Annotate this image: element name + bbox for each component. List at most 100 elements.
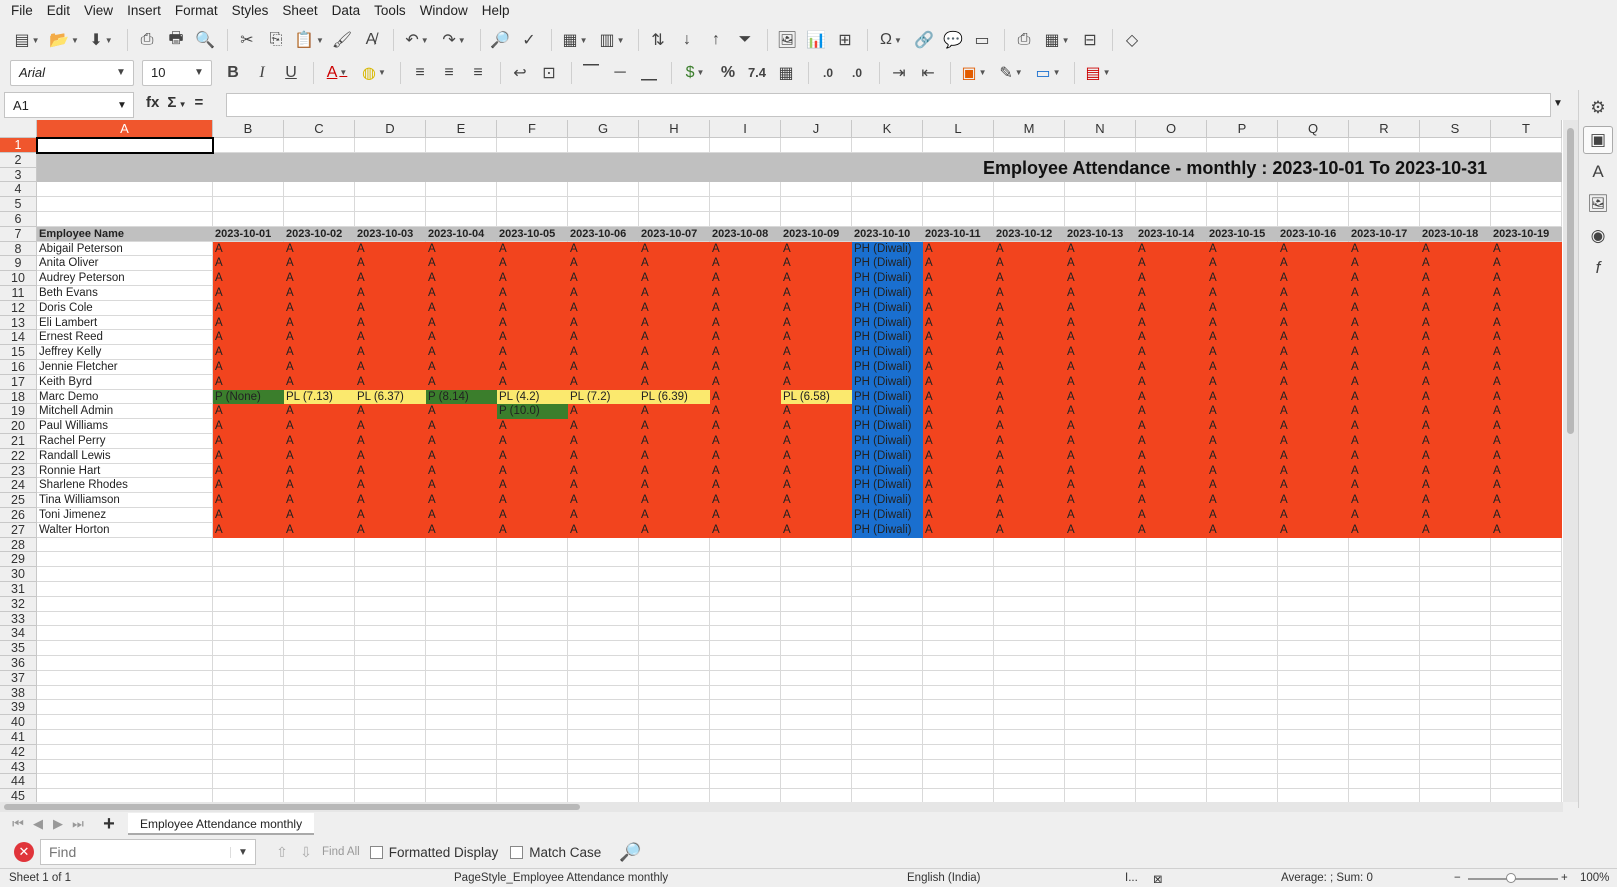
cell[interactable] bbox=[1136, 197, 1207, 212]
cell[interactable] bbox=[284, 197, 355, 212]
align-bottom-icon[interactable]: ⎽ bbox=[636, 60, 662, 86]
cell[interactable] bbox=[1207, 552, 1278, 568]
attendance-cell[interactable]: A bbox=[639, 300, 710, 316]
cell[interactable] bbox=[1207, 670, 1278, 686]
attendance-cell[interactable]: A bbox=[213, 241, 284, 257]
attendance-cell[interactable]: A bbox=[1491, 271, 1562, 286]
zoom-out-icon[interactable]: − bbox=[1454, 872, 1461, 884]
cell[interactable] bbox=[639, 182, 710, 198]
cell[interactable] bbox=[426, 567, 497, 582]
employee-name[interactable]: Eli Lambert bbox=[37, 315, 213, 331]
cell[interactable] bbox=[710, 212, 781, 227]
attendance-cell[interactable]: PH (Diwali) bbox=[852, 315, 923, 331]
attendance-cell[interactable]: A bbox=[213, 508, 284, 523]
attendance-cell[interactable]: A bbox=[1420, 315, 1491, 331]
cell[interactable] bbox=[1136, 656, 1207, 671]
cell[interactable] bbox=[37, 715, 213, 730]
cell[interactable] bbox=[710, 715, 781, 730]
cell[interactable] bbox=[213, 685, 284, 701]
cell[interactable] bbox=[37, 552, 213, 568]
cell[interactable] bbox=[1065, 774, 1136, 790]
cell[interactable] bbox=[213, 759, 284, 775]
attendance-cell[interactable]: A bbox=[568, 434, 639, 449]
cell[interactable] bbox=[994, 138, 1065, 153]
cell[interactable] bbox=[639, 715, 710, 730]
cell[interactable] bbox=[994, 700, 1065, 716]
cell[interactable] bbox=[1420, 596, 1491, 612]
attendance-cell[interactable]: A bbox=[1349, 404, 1420, 420]
employee-name[interactable]: Walter Horton bbox=[37, 522, 213, 538]
cell[interactable] bbox=[639, 774, 710, 790]
cell[interactable] bbox=[213, 670, 284, 686]
spelling-icon[interactable]: ✓ bbox=[516, 27, 542, 53]
attendance-cell[interactable]: A bbox=[781, 286, 852, 301]
cell[interactable] bbox=[568, 552, 639, 568]
cell[interactable] bbox=[1278, 611, 1349, 627]
row-header[interactable]: 16 bbox=[0, 360, 37, 375]
attendance-cell[interactable]: A bbox=[1207, 345, 1278, 360]
cell[interactable] bbox=[1349, 715, 1420, 730]
align-center-icon[interactable]: ≡ bbox=[436, 60, 462, 86]
attendance-cell[interactable]: A bbox=[355, 345, 426, 360]
attendance-cell[interactable]: A bbox=[1420, 300, 1491, 316]
attendance-cell[interactable]: A bbox=[1207, 389, 1278, 405]
employee-name[interactable]: Rachel Perry bbox=[37, 434, 213, 449]
attendance-cell[interactable]: A bbox=[1136, 360, 1207, 375]
attendance-cell[interactable]: A bbox=[1349, 463, 1420, 479]
attendance-cell[interactable]: A bbox=[213, 434, 284, 449]
cell[interactable] bbox=[1207, 182, 1278, 198]
cell[interactable] bbox=[1065, 744, 1136, 760]
column-header-e[interactable]: E bbox=[426, 120, 497, 138]
cell[interactable] bbox=[923, 700, 994, 716]
cell[interactable] bbox=[1065, 715, 1136, 730]
attendance-cell[interactable]: A bbox=[355, 404, 426, 420]
attendance-cell[interactable]: A bbox=[994, 374, 1065, 390]
attendance-cell[interactable]: A bbox=[710, 493, 781, 508]
attendance-cell[interactable]: A bbox=[568, 315, 639, 331]
attendance-cell[interactable]: PH (Diwali) bbox=[852, 256, 923, 272]
cell[interactable] bbox=[1420, 774, 1491, 790]
attendance-cell[interactable]: A bbox=[994, 360, 1065, 375]
cell[interactable] bbox=[284, 537, 355, 553]
attendance-cell[interactable]: A bbox=[1278, 241, 1349, 257]
cell[interactable] bbox=[923, 730, 994, 745]
cell[interactable] bbox=[37, 656, 213, 671]
attendance-cell[interactable]: A bbox=[497, 330, 568, 346]
cell[interactable] bbox=[568, 656, 639, 671]
attendance-cell[interactable]: A bbox=[568, 241, 639, 257]
attendance-cell[interactable]: A bbox=[1491, 300, 1562, 316]
row-header[interactable]: 13 bbox=[0, 315, 37, 331]
row-header[interactable]: 10 bbox=[0, 271, 37, 286]
attendance-cell[interactable]: A bbox=[781, 345, 852, 360]
cell[interactable] bbox=[781, 730, 852, 745]
copy-icon[interactable]: ⎘ bbox=[263, 27, 289, 53]
attendance-cell[interactable]: A bbox=[994, 271, 1065, 286]
attendance-cell[interactable]: A bbox=[568, 404, 639, 420]
attendance-cell[interactable]: A bbox=[1065, 493, 1136, 508]
cell[interactable] bbox=[781, 641, 852, 656]
attendance-cell[interactable]: A bbox=[710, 286, 781, 301]
attendance-cell[interactable]: A bbox=[639, 493, 710, 508]
cell[interactable] bbox=[426, 582, 497, 597]
cell[interactable] bbox=[852, 582, 923, 597]
attendance-cell[interactable]: A bbox=[639, 360, 710, 375]
cell[interactable] bbox=[923, 656, 994, 671]
add-decimal-icon[interactable]: .0 bbox=[815, 60, 841, 86]
cell[interactable] bbox=[568, 685, 639, 701]
chevron-down-icon[interactable]: ▼ bbox=[111, 100, 133, 111]
attendance-cell[interactable]: A bbox=[1136, 374, 1207, 390]
attendance-cell[interactable]: A bbox=[213, 463, 284, 479]
attendance-cell[interactable]: A bbox=[284, 360, 355, 375]
row-header[interactable]: 7 bbox=[0, 226, 37, 242]
attendance-cell[interactable]: A bbox=[994, 330, 1065, 346]
attendance-cell[interactable]: A bbox=[1207, 478, 1278, 494]
attendance-cell[interactable]: A bbox=[710, 448, 781, 464]
cell[interactable] bbox=[1278, 730, 1349, 745]
cell[interactable] bbox=[497, 611, 568, 627]
attendance-cell[interactable]: A bbox=[1278, 404, 1349, 420]
row-header[interactable]: 2 bbox=[0, 152, 37, 168]
cell[interactable] bbox=[426, 730, 497, 745]
cell[interactable] bbox=[213, 552, 284, 568]
cell[interactable] bbox=[1349, 774, 1420, 790]
cell[interactable] bbox=[1136, 611, 1207, 627]
